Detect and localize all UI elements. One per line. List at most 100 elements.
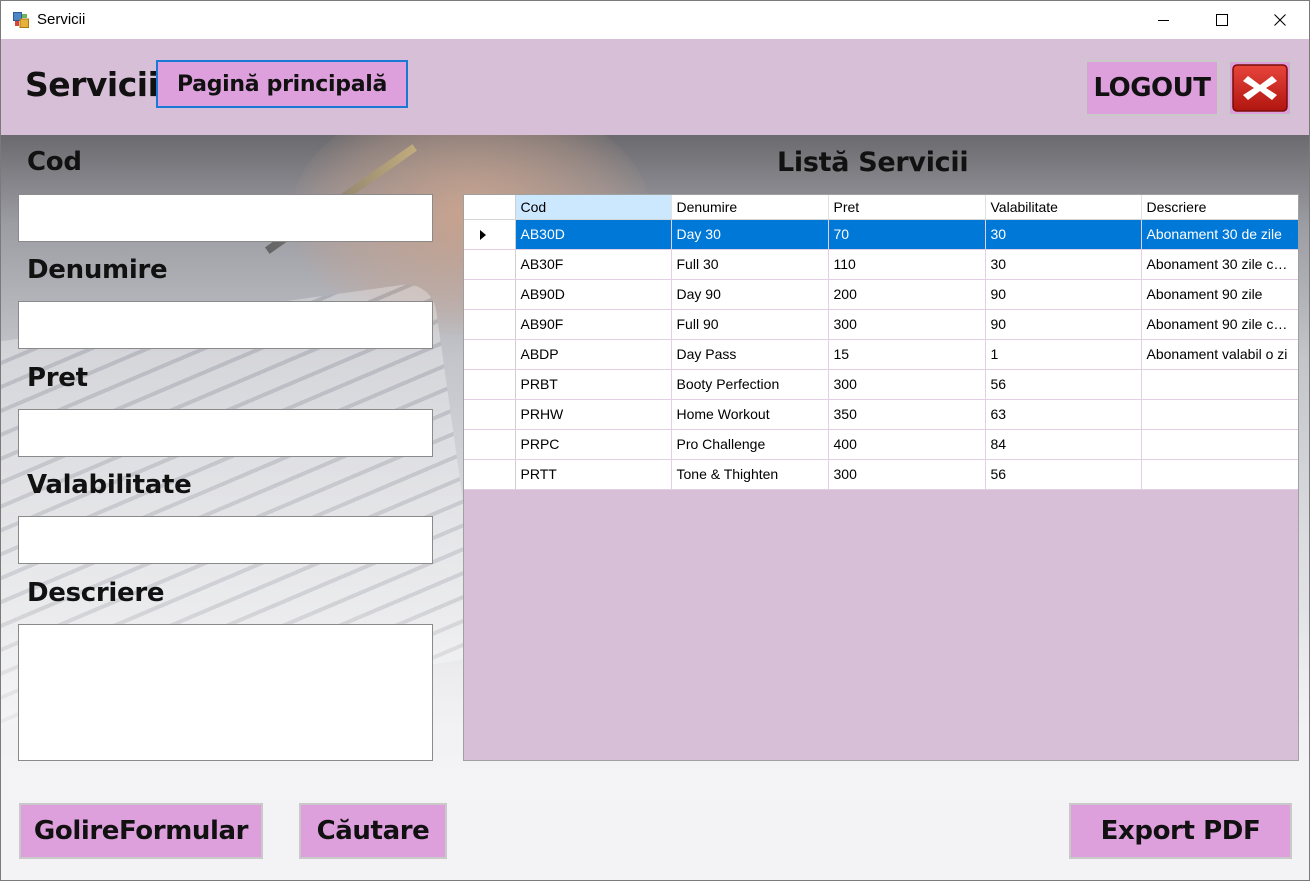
cell-cod[interactable]: ABDP bbox=[515, 339, 672, 370]
cell-cod[interactable]: PRHW bbox=[515, 399, 672, 430]
close-app-button[interactable] bbox=[1228, 60, 1292, 116]
cell-cod[interactable]: PRBT bbox=[515, 369, 672, 400]
row-header[interactable] bbox=[464, 459, 516, 490]
row-header[interactable] bbox=[464, 399, 516, 430]
cell-denumire[interactable]: Day 30 bbox=[671, 219, 829, 250]
cell-cod[interactable]: AB90F bbox=[515, 309, 672, 340]
cell-denumire[interactable]: Full 30 bbox=[671, 249, 829, 280]
maximize-icon bbox=[1216, 14, 1228, 26]
page-title: Servicii bbox=[25, 65, 159, 104]
cell-valabilitate[interactable]: 56 bbox=[985, 459, 1142, 490]
cell-pret[interactable]: 110 bbox=[828, 249, 986, 280]
pret-input[interactable] bbox=[18, 409, 433, 457]
cell-descriere[interactable]: Abonament 90 zile cu ... bbox=[1141, 309, 1298, 340]
valabilitate-input[interactable] bbox=[18, 516, 433, 564]
cell-denumire[interactable]: Booty Perfection bbox=[671, 369, 829, 400]
row-header[interactable] bbox=[464, 249, 516, 280]
cell-descriere[interactable]: Abonament valabil o zi bbox=[1141, 339, 1298, 370]
valabilitate-label: Valabilitate bbox=[27, 470, 192, 500]
cell-pret[interactable]: 15 bbox=[828, 339, 986, 370]
row-header[interactable] bbox=[464, 219, 516, 250]
cell-denumire[interactable]: Pro Challenge bbox=[671, 429, 829, 460]
current-row-arrow-icon bbox=[480, 230, 487, 241]
list-title: Listă Servicii bbox=[777, 147, 969, 178]
cod-input[interactable] bbox=[18, 194, 433, 242]
cell-valabilitate[interactable]: 84 bbox=[985, 429, 1142, 460]
table-row[interactable]: PRPC Pro Challenge 400 84 bbox=[464, 429, 1298, 460]
window-close-button[interactable] bbox=[1251, 1, 1309, 39]
pret-label: Pret bbox=[27, 363, 88, 393]
cell-pret[interactable]: 300 bbox=[828, 369, 986, 400]
cell-pret[interactable]: 350 bbox=[828, 399, 986, 430]
table-row[interactable]: AB30F Full 30 110 30 Abonament 30 zile cu ..… bbox=[464, 249, 1298, 280]
window-title: Servicii bbox=[37, 11, 86, 28]
minimize-button[interactable] bbox=[1135, 1, 1193, 39]
cell-pret[interactable]: 400 bbox=[828, 429, 986, 460]
cell-cod[interactable]: PRPC bbox=[515, 429, 672, 460]
cell-valabilitate[interactable]: 1 bbox=[985, 339, 1142, 370]
logout-button[interactable]: LOGOUT bbox=[1085, 60, 1219, 116]
cell-descriere[interactable]: Abonament 90 zile bbox=[1141, 279, 1298, 310]
services-grid[interactable]: Cod Denumire Pret Valabilitate Descriere… bbox=[463, 194, 1299, 761]
cell-descriere[interactable]: Abonament 30 de zile bbox=[1141, 219, 1298, 250]
cell-pret[interactable]: 200 bbox=[828, 279, 986, 310]
cell-denumire[interactable]: Day Pass bbox=[671, 339, 829, 370]
table-row[interactable]: ABDP Day Pass 15 1 Abonament valabil o zi bbox=[464, 339, 1298, 370]
table-row[interactable]: PRBT Booty Perfection 300 56 bbox=[464, 369, 1298, 400]
cell-descriere[interactable] bbox=[1141, 369, 1298, 400]
cell-pret[interactable]: 70 bbox=[828, 219, 986, 250]
column-header-cod[interactable]: Cod bbox=[515, 195, 672, 220]
close-icon bbox=[1274, 14, 1286, 26]
cell-denumire[interactable]: Day 90 bbox=[671, 279, 829, 310]
column-header-denumire[interactable]: Denumire bbox=[671, 195, 829, 220]
column-header-valabilitate[interactable]: Valabilitate bbox=[985, 195, 1142, 220]
cod-label: Cod bbox=[27, 147, 82, 177]
cell-cod[interactable]: AB30F bbox=[515, 249, 672, 280]
cell-valabilitate[interactable]: 56 bbox=[985, 369, 1142, 400]
grid-body: AB30D Day 30 70 30 Abonament 30 de zile AB30F… bbox=[464, 219, 1298, 490]
header-bar: Servicii Pagină principală LOGOUT bbox=[1, 39, 1309, 135]
denumire-input[interactable] bbox=[18, 301, 433, 349]
header-row: Cod Denumire Pret Valabilitate Descriere bbox=[464, 195, 1298, 220]
row-header[interactable] bbox=[464, 309, 516, 340]
cell-denumire[interactable]: Full 90 bbox=[671, 309, 829, 340]
cell-cod[interactable]: AB90D bbox=[515, 279, 672, 310]
title-bar: Servicii bbox=[1, 1, 1309, 39]
row-header[interactable] bbox=[464, 429, 516, 460]
clear-form-button[interactable]: GolireFormular bbox=[19, 803, 263, 859]
row-header[interactable] bbox=[464, 369, 516, 400]
cell-valabilitate[interactable]: 30 bbox=[985, 249, 1142, 280]
column-header-descriere[interactable]: Descriere bbox=[1141, 195, 1298, 220]
cell-denumire[interactable]: Home Workout bbox=[671, 399, 829, 430]
row-header[interactable] bbox=[464, 279, 516, 310]
row-header-corner[interactable] bbox=[464, 195, 516, 220]
table-row[interactable]: PRTT Tone & Thighten 300 56 bbox=[464, 459, 1298, 490]
cell-descriere[interactable] bbox=[1141, 429, 1298, 460]
cell-descriere[interactable] bbox=[1141, 459, 1298, 490]
home-button[interactable]: Pagină principală bbox=[156, 60, 408, 108]
cell-pret[interactable]: 300 bbox=[828, 309, 986, 340]
cell-valabilitate[interactable]: 30 bbox=[985, 219, 1142, 250]
cell-descriere[interactable]: Abonament 30 zile cu ... bbox=[1141, 249, 1298, 280]
table-row[interactable]: AB90F Full 90 300 90 Abonament 90 zile cu ..… bbox=[464, 309, 1298, 340]
cell-pret[interactable]: 300 bbox=[828, 459, 986, 490]
table-row[interactable]: AB30D Day 30 70 30 Abonament 30 de zile bbox=[464, 219, 1298, 250]
table-row[interactable]: AB90D Day 90 200 90 Abonament 90 zile bbox=[464, 279, 1298, 310]
cell-denumire[interactable]: Tone & Thighten bbox=[671, 459, 829, 490]
denumire-label: Denumire bbox=[27, 255, 168, 285]
cell-valabilitate[interactable]: 90 bbox=[985, 309, 1142, 340]
descriere-textarea[interactable] bbox=[18, 624, 433, 761]
cell-descriere[interactable] bbox=[1141, 399, 1298, 430]
cell-cod[interactable]: AB30D bbox=[515, 219, 672, 250]
services-table: Cod Denumire Pret Valabilitate Descriere… bbox=[464, 195, 1298, 490]
cell-valabilitate[interactable]: 90 bbox=[985, 279, 1142, 310]
cell-cod[interactable]: PRTT bbox=[515, 459, 672, 490]
export-pdf-button[interactable]: Export PDF bbox=[1069, 803, 1292, 859]
maximize-button[interactable] bbox=[1193, 1, 1251, 39]
cell-valabilitate[interactable]: 63 bbox=[985, 399, 1142, 430]
app-window: Servicii Servicii Pagină principală LOGO… bbox=[0, 0, 1310, 881]
search-button[interactable]: Căutare bbox=[299, 803, 447, 859]
column-header-pret[interactable]: Pret bbox=[828, 195, 986, 220]
table-row[interactable]: PRHW Home Workout 350 63 bbox=[464, 399, 1298, 430]
row-header[interactable] bbox=[464, 339, 516, 370]
